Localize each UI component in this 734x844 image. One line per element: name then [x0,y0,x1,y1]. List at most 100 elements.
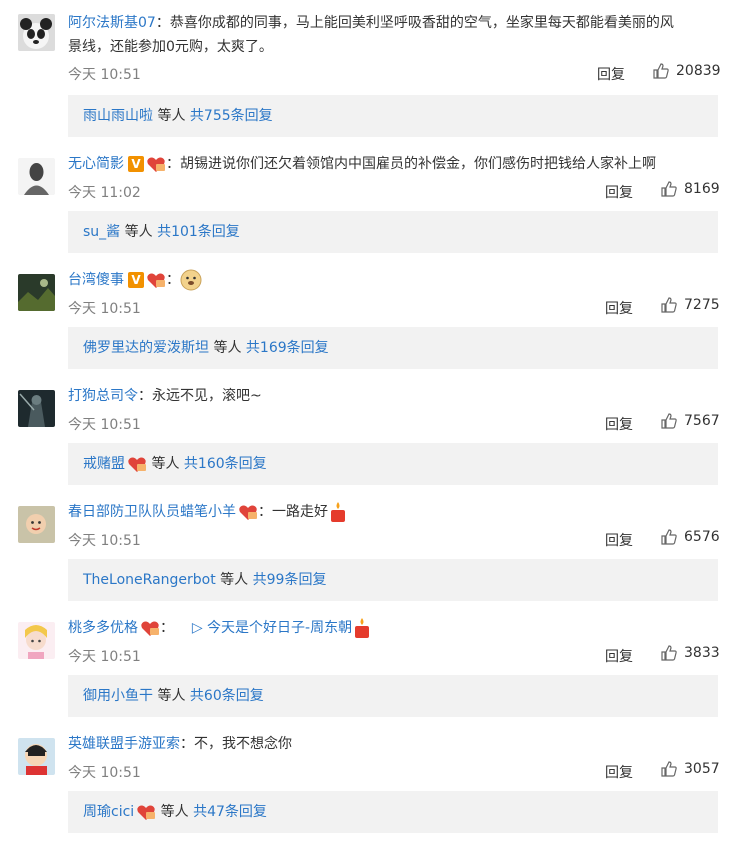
like-count: 7275 [684,297,720,313]
comment-item: 无心简影 V ：胡锡进说你们还欠着领馆内中国雇员的补偿金，你们感伤时把钱给人家补上啊… [0,142,734,258]
reply-user[interactable]: su_酱 [83,224,120,240]
reply-total-link[interactable]: 共160条回复 [184,456,267,472]
candle-emoji-icon [331,502,345,522]
reply-button[interactable]: 回复 [605,414,633,434]
comment-time: 今天 10:51 [68,67,141,83]
reply-total-link[interactable]: 共60条回复 [190,688,264,704]
thumbs-up-icon [660,296,678,314]
comment-body: 打狗总司令：永远不见，滚吧~ [68,384,720,408]
dark-landscape-avatar[interactable] [18,274,55,311]
heart-badge-icon [141,621,159,636]
like-count: 6576 [684,529,720,545]
baby-avatar[interactable] [18,506,55,543]
comment-username[interactable]: 打狗总司令 [68,388,138,404]
like-count: 20839 [676,63,721,79]
doge-emoji-icon [180,269,202,291]
reply-mid: 等人 [153,108,190,124]
comment-text: ：胡锡进说你们还欠着领馆内中国雇员的补偿金，你们感伤时把钱给人家补上啊 [166,156,656,172]
comment-username[interactable]: 英雄联盟手游亚索 [68,736,180,752]
comment-time: 今天 10:51 [68,417,141,433]
reply-total-link[interactable]: 共101条回复 [157,224,240,240]
like-button[interactable]: 6576 [660,528,720,546]
comment-text: ： [166,272,180,288]
reply-user[interactable]: 雨山雨山啦 [83,108,153,124]
comment-text: ：不，我不想念你 [180,736,292,752]
like-button[interactable]: 8169 [660,180,720,198]
thumbs-up-icon [660,760,678,778]
comment-item: 台湾傻事 V ： 今天 10:51 回复 7275 佛罗里达的爱泼斯坦 等人 共16… [0,258,734,374]
reply-summary[interactable]: 佛罗里达的爱泼斯坦 等人 共169条回复 [68,327,718,369]
heart-badge-icon [239,505,257,520]
thumbs-up-icon [660,180,678,198]
comment-time: 今天 10:51 [68,301,141,317]
reply-button[interactable]: 回复 [605,298,633,318]
reply-user[interactable]: TheLoneRangerbot [83,572,216,588]
comment-body: 桃多多优格 ： ▷ 今天是个好日子-周东朝 [68,616,720,640]
comment-body: 无心简影 V ：胡锡进说你们还欠着领馆内中国雇员的补偿金，你们感伤时把钱给人家补上啊 [68,152,720,176]
reply-summary[interactable]: 戒赌盟 等人 共160条回复 [68,443,718,485]
reply-button[interactable]: 回复 [605,646,633,666]
comment-time: 今天 11:02 [68,185,141,201]
panda-avatar[interactable] [18,14,55,51]
reply-user[interactable]: 佛罗里达的爱泼斯坦 [83,340,209,356]
like-button[interactable]: 3057 [660,760,720,778]
reply-button[interactable]: 回复 [597,64,625,84]
armor-figure-avatar[interactable] [18,390,55,427]
like-count: 8169 [684,181,720,197]
reply-button[interactable]: 回复 [605,182,633,202]
thumbs-up-icon [660,412,678,430]
reply-total-link[interactable]: 共99条回复 [253,572,327,588]
comment-body: 英雄联盟手游亚索：不，我不想念你 [68,732,720,756]
thumbs-up-icon [660,528,678,546]
reply-summary[interactable]: TheLoneRangerbot 等人 共99条回复 [68,559,718,601]
reply-user[interactable]: 戒赌盟 [83,456,125,472]
comment-username[interactable]: 桃多多优格 [68,620,138,636]
comment-item: 春日部防卫队队员蜡笔小羊 ：一路走好 今天 10:51 回复 6576 TheLo… [0,490,734,606]
comment-item: 桃多多优格 ： ▷ 今天是个好日子-周东朝 今天 10:51 回复 3833 御用… [0,606,734,722]
comment-username[interactable]: 无心简影 [68,156,124,172]
reply-button[interactable]: 回复 [605,762,633,782]
comment-username[interactable]: 春日部防卫队队员蜡笔小羊 [68,504,236,520]
reply-summary[interactable]: 周瑜cici 等人 共47条回复 [68,791,718,833]
comment-body: 台湾傻事 V ： [68,268,720,292]
reply-button[interactable]: 回复 [605,530,633,550]
like-button[interactable]: 20839 [652,62,721,80]
cartoon-boy-avatar[interactable] [18,738,55,775]
anime-girl-avatar[interactable] [18,622,55,659]
comment-username[interactable]: 台湾傻事 [68,272,124,288]
reply-summary[interactable]: 御用小鱼干 等人 共60条回复 [68,675,718,717]
like-button[interactable]: 3833 [660,644,720,662]
candle-emoji-icon [355,618,370,638]
comment-time: 今天 10:51 [68,533,141,549]
grey-figure-avatar[interactable] [18,158,55,195]
comment-text: ： [160,620,174,636]
comment-text: ：恭喜你成都的同事，马上能回美利坚呼吸香甜的空气，坐家里每天都能看美丽的风 [155,15,674,31]
music-link[interactable]: ▷ 今天是个好日子-周东朝 [192,620,352,636]
heart-badge-icon [128,457,146,472]
comment-time: 今天 10:51 [68,649,141,665]
comment-text-cont: 景线，还能参加0元购，太爽了。 [68,39,273,55]
comment-text: ：一路走好 [258,504,328,520]
comment-username[interactable]: 阿尔法斯基07 [68,15,156,31]
comment-text: ：永远不见，滚吧~ [138,388,262,404]
reply-mid: 等人 [209,340,246,356]
thumbs-up-icon [660,644,678,662]
like-button[interactable]: 7567 [660,412,720,430]
reply-mid: 等人 [120,224,158,240]
like-button[interactable]: 7275 [660,296,720,314]
vip-badge-icon: V [128,156,144,172]
reply-mid: 等人 [156,804,194,820]
comment-time: 今天 10:51 [68,765,141,781]
reply-summary[interactable]: su_酱 等人 共101条回复 [68,211,718,253]
like-count: 7567 [684,413,720,429]
reply-summary[interactable]: 雨山雨山啦 等人 共755条回复 [68,95,718,137]
vip-badge-icon: V [128,272,144,288]
reply-user[interactable]: 御用小鱼干 [83,688,153,704]
thumbs-up-icon [652,62,670,80]
reply-user[interactable]: 周瑜cici [83,804,134,820]
reply-total-link[interactable]: 共755条回复 [190,108,273,124]
heart-badge-icon [147,273,165,288]
reply-total-link[interactable]: 共47条回复 [193,804,267,820]
reply-mid: 等人 [215,572,253,588]
reply-total-link[interactable]: 共169条回复 [246,340,329,356]
